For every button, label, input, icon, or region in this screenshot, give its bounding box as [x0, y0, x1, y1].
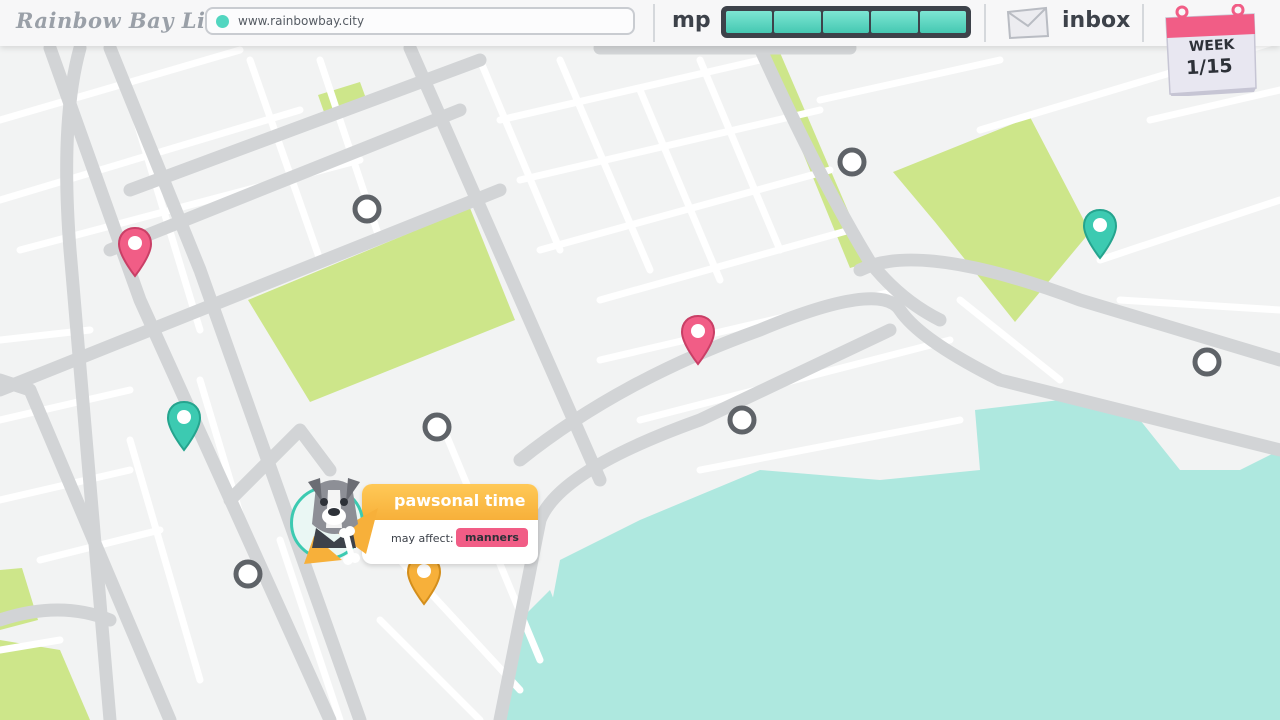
- week-label: WEEK: [1188, 36, 1235, 56]
- divider: [653, 4, 655, 42]
- poi-marker-icon[interactable]: [352, 194, 382, 224]
- inbox-button[interactable]: inbox: [1062, 8, 1130, 33]
- app-logo: Rainbow Bay Live: [16, 8, 233, 33]
- divider: [984, 4, 986, 42]
- affect-label: may affect:: [391, 532, 454, 545]
- location-pin-icon[interactable]: [166, 400, 202, 452]
- mp-segment: [726, 11, 773, 33]
- divider: [1142, 4, 1144, 42]
- location-pin-icon[interactable]: [117, 226, 153, 278]
- status-dot-icon: [216, 15, 229, 28]
- top-bar: Rainbow Bay Live www.rainbowbay.city mp …: [0, 0, 1280, 46]
- city-map[interactable]: [0, 0, 1280, 720]
- poi-marker-icon[interactable]: [837, 147, 867, 177]
- url-text: www.rainbowbay.city: [238, 14, 365, 28]
- mp-segment: [774, 11, 821, 33]
- stat-badge: manners: [456, 528, 528, 547]
- location-pin-icon[interactable]: [1082, 208, 1118, 260]
- activity-popup[interactable]: pawsonal time may affect: manners: [290, 468, 540, 578]
- poi-marker-icon[interactable]: [233, 559, 263, 589]
- mp-segment: [919, 11, 967, 33]
- mp-meter: [721, 6, 971, 38]
- poi-marker-icon[interactable]: [1192, 347, 1222, 377]
- mp-segment: [822, 11, 870, 33]
- url-bar[interactable]: www.rainbowbay.city: [205, 7, 635, 35]
- mp-segment: [871, 11, 918, 33]
- mp-label: mp: [672, 8, 711, 33]
- activity-title: pawsonal time: [394, 491, 526, 510]
- envelope-icon[interactable]: [1006, 6, 1050, 40]
- poi-marker-icon[interactable]: [422, 412, 452, 442]
- week-counter: 1/15: [1185, 54, 1234, 80]
- location-pin-icon[interactable]: [680, 314, 716, 366]
- dog-avatar-icon: [304, 478, 378, 565]
- poi-marker-icon[interactable]: [727, 405, 757, 435]
